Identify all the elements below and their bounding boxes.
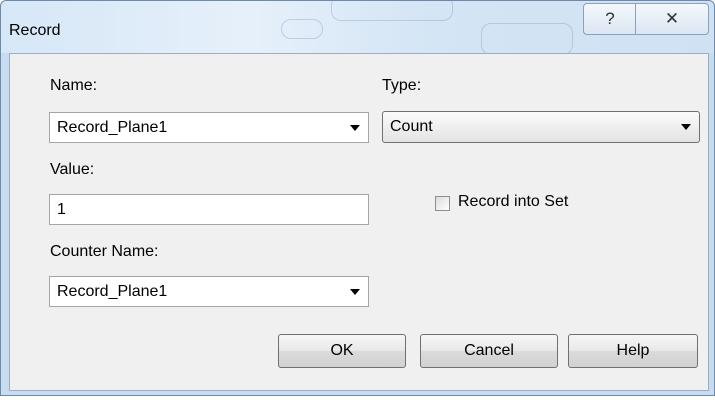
background-decoration xyxy=(331,1,453,21)
background-decoration xyxy=(281,19,323,39)
counter-name-value: Record_Plane1 xyxy=(57,282,168,300)
counter-name-label: Counter Name: xyxy=(50,243,159,260)
chevron-down-icon[interactable] xyxy=(673,124,699,130)
record-into-set-label[interactable]: Record into Set xyxy=(458,193,568,211)
background-decoration xyxy=(481,23,573,53)
cancel-button[interactable]: Cancel xyxy=(420,334,558,368)
counter-name-combobox[interactable]: Record_Plane1 xyxy=(49,276,369,307)
help-icon[interactable]: ? xyxy=(583,3,637,35)
chevron-down-icon[interactable] xyxy=(342,288,368,295)
type-label: Type: xyxy=(382,77,422,94)
value-label: Value: xyxy=(50,161,95,178)
type-select[interactable]: Count xyxy=(382,111,700,143)
help-button[interactable]: Help xyxy=(568,334,698,368)
value-input[interactable]: 1 xyxy=(49,194,369,225)
record-into-set-checkbox[interactable] xyxy=(435,196,450,211)
window-title: Record xyxy=(9,22,61,39)
value-text: 1 xyxy=(57,200,66,218)
name-combobox[interactable]: Record_Plane1 xyxy=(49,112,369,143)
chevron-down-icon[interactable] xyxy=(342,124,368,131)
record-dialog: Record ? ✕ Name: Type: Record_Plane1 Cou… xyxy=(0,0,715,396)
ok-button[interactable]: OK xyxy=(278,334,406,368)
name-value: Record_Plane1 xyxy=(57,118,168,136)
close-icon[interactable]: ✕ xyxy=(635,3,709,35)
name-label: Name: xyxy=(50,77,98,94)
type-value: Count xyxy=(390,118,433,135)
dialog-body: Name: Type: Record_Plane1 Count Value: 1… xyxy=(9,53,709,391)
title-bar[interactable]: Record ? ✕ xyxy=(1,1,714,53)
